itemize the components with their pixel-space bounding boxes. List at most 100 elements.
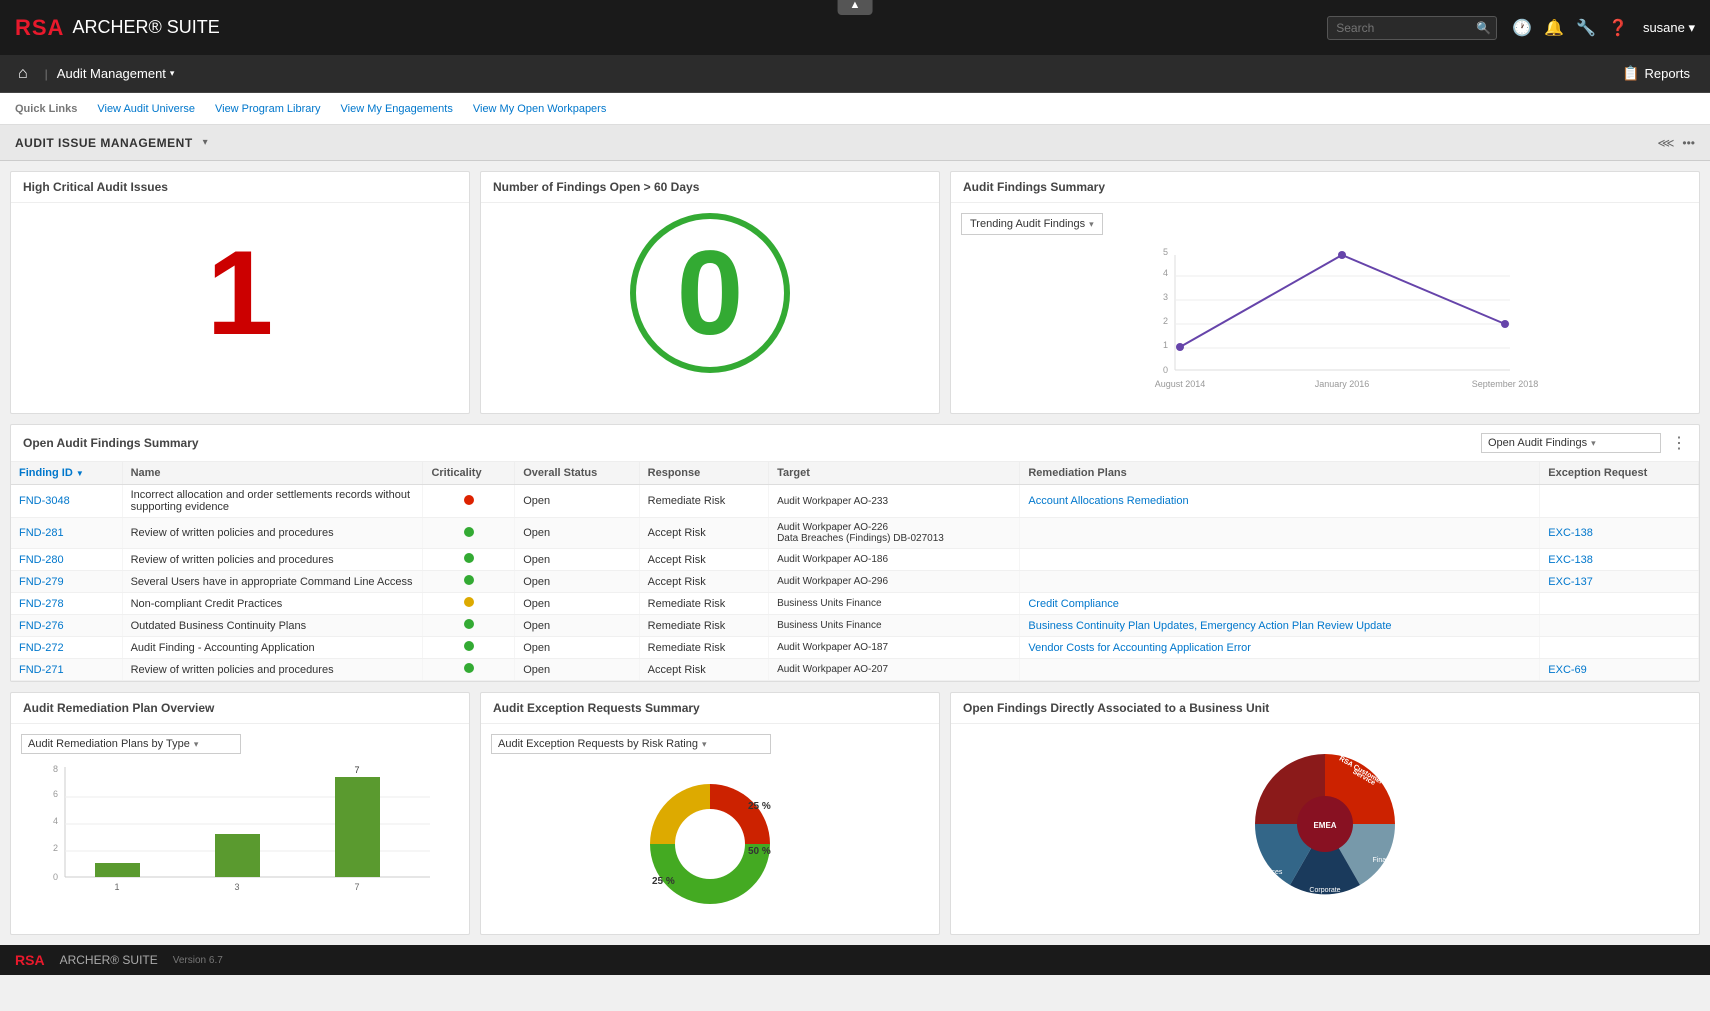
svg-text:6: 6 (53, 789, 58, 799)
quick-link-program-library[interactable]: View Program Library (215, 103, 321, 115)
cell-response: Remediate Risk (639, 485, 768, 518)
finding-id-link[interactable]: FND-3048 (19, 495, 70, 507)
findings-controls: Open Audit Findings ▾ ⋮ (1481, 433, 1687, 453)
donut-chart-svg: 25 % 50 % 25 % (600, 764, 820, 924)
user-name[interactable]: susane ▾ (1643, 20, 1695, 36)
table-row: FND-278 Non-compliant Credit Practices O… (11, 593, 1699, 615)
criticality-dot (464, 597, 474, 607)
audit-management-nav[interactable]: Audit Management ▾ (57, 66, 175, 81)
panel-findings-title: Number of Findings Open > 60 Days (493, 180, 699, 194)
summary-dropdown[interactable]: Trending Audit Findings ▾ (961, 213, 1103, 235)
finding-id-link[interactable]: FND-271 (19, 664, 64, 676)
exception-link[interactable]: EXC-138 (1548, 554, 1593, 566)
finding-id-link[interactable]: FND-279 (19, 576, 64, 588)
dashboard-dropdown-icon[interactable]: ▾ (203, 137, 208, 148)
history-icon[interactable]: 🕐 (1512, 18, 1532, 38)
cell-target: Business Units Finance (769, 615, 1020, 637)
col-criticality[interactable]: Criticality (423, 462, 515, 485)
exception-link[interactable]: EXC-69 (1548, 664, 1587, 676)
cell-status: Open (515, 637, 639, 659)
exception-dropdown[interactable]: Audit Exception Requests by Risk Rating … (491, 734, 771, 754)
col-exception-request[interactable]: Exception Request (1540, 462, 1699, 485)
col-name[interactable]: Name (122, 462, 423, 485)
bell-icon[interactable]: 🔔 (1544, 18, 1564, 38)
panel-findings-summary: Audit Findings Summary Trending Audit Fi… (950, 171, 1700, 414)
tools-icon[interactable]: 🔧 (1576, 18, 1596, 38)
home-icon[interactable]: ⌂ (10, 65, 36, 83)
svg-text:4: 4 (53, 816, 58, 826)
findings-dropdown[interactable]: Open Audit Findings ▾ (1481, 433, 1661, 453)
exception-dropdown-arrow: ▾ (702, 739, 707, 750)
cell-criticality (423, 571, 515, 593)
cell-response: Remediate Risk (639, 637, 768, 659)
col-remediation-plans[interactable]: Remediation Plans (1020, 462, 1540, 485)
svg-text:August 2014: August 2014 (1155, 379, 1206, 389)
finding-id-link[interactable]: FND-280 (19, 554, 64, 566)
finding-id-link[interactable]: FND-272 (19, 642, 64, 654)
summary-dropdown-arrow: ▾ (1089, 219, 1094, 230)
remediation-link[interactable]: Business Continuity Plan Updates, Emerge… (1028, 620, 1391, 632)
panel-critical-issues: High Critical Audit Issues 1 (10, 171, 470, 414)
cell-exception: EXC-138 (1540, 549, 1699, 571)
remediation-link[interactable]: Vendor Costs for Accounting Application … (1028, 642, 1251, 654)
cell-target: Audit Workpaper AO-187 (769, 637, 1020, 659)
svg-text:0: 0 (1163, 365, 1168, 375)
svg-text:7: 7 (354, 765, 359, 775)
criticality-dot (464, 495, 474, 505)
svg-text:25 %: 25 % (748, 801, 771, 812)
cell-status: Open (515, 615, 639, 637)
col-overall-status[interactable]: Overall Status (515, 462, 639, 485)
col-response[interactable]: Response (639, 462, 768, 485)
cell-criticality (423, 549, 515, 571)
svg-text:2: 2 (53, 843, 58, 853)
cell-name: Incorrect allocation and order settlemen… (122, 485, 423, 518)
col-target[interactable]: Target (769, 462, 1020, 485)
reports-label: Reports (1644, 66, 1690, 81)
exception-link[interactable]: EXC-138 (1548, 527, 1593, 539)
panel-exception-title: Audit Exception Requests Summary (493, 701, 700, 715)
share-icon[interactable]: ⋘ (1657, 136, 1674, 150)
remediation-link[interactable]: Account Allocations Remediation (1028, 495, 1188, 507)
remediation-link[interactable]: Credit Compliance (1028, 598, 1118, 610)
trending-chart: 0 1 2 3 4 5 (961, 245, 1689, 400)
quick-link-audit-universe[interactable]: View Audit Universe (97, 103, 195, 115)
help-icon[interactable]: ❓ (1608, 18, 1628, 38)
col-finding-id[interactable]: Finding ID ▼ (11, 462, 122, 485)
panel-open-findings-bu-body: EMEA RSA Customer Service Finance Corpor… (951, 724, 1699, 914)
quick-link-open-workpapers[interactable]: View My Open Workpapers (473, 103, 606, 115)
svg-text:5: 5 (1163, 247, 1168, 257)
collapse-button[interactable]: ▲ (838, 0, 873, 15)
cell-exception (1540, 593, 1699, 615)
search-input[interactable] (1336, 21, 1476, 35)
finding-id-link[interactable]: FND-276 (19, 620, 64, 632)
cell-response: Accept Risk (639, 518, 768, 549)
cell-remediation: Business Continuity Plan Updates, Emerge… (1020, 615, 1540, 637)
findings-more-icon[interactable]: ⋮ (1671, 433, 1687, 453)
search-icon[interactable]: 🔍 (1476, 21, 1491, 35)
more-options-icon[interactable]: ••• (1682, 136, 1695, 150)
svg-text:3: 3 (234, 882, 239, 892)
cell-finding-id: FND-278 (11, 593, 122, 615)
cell-name: Review of written policies and procedure… (122, 659, 423, 681)
svg-text:IT Services: IT Services (1248, 869, 1283, 876)
svg-text:7: 7 (354, 882, 359, 892)
panel-remediation-header: Audit Remediation Plan Overview (11, 693, 469, 724)
cell-exception: EXC-137 (1540, 571, 1699, 593)
dashboard-header: AUDIT ISSUE MANAGEMENT ▾ ⋘ ••• (0, 125, 1710, 161)
top-icons: 🕐 🔔 🔧 ❓ (1512, 18, 1628, 38)
bar-chart-svg: 0 2 4 6 8 1 (21, 762, 459, 902)
exception-link[interactable]: EXC-137 (1548, 576, 1593, 588)
bottom-row: Audit Remediation Plan Overview Audit Re… (10, 692, 1700, 935)
findings-section-header: Open Audit Findings Summary Open Audit F… (11, 425, 1699, 462)
bar-2 (215, 834, 260, 877)
pie-chart-svg: EMEA RSA Customer Service Finance Corpor… (1185, 744, 1465, 904)
cell-target: Audit Workpaper AO-226Data Breaches (Fin… (769, 518, 1020, 549)
search-box[interactable]: 🔍 (1327, 16, 1497, 40)
remediation-dropdown[interactable]: Audit Remediation Plans by Type ▾ (21, 734, 241, 754)
finding-id-link[interactable]: FND-278 (19, 598, 64, 610)
main-content: High Critical Audit Issues 1 Number of F… (0, 161, 1710, 945)
quick-link-my-engagements[interactable]: View My Engagements (341, 103, 453, 115)
reports-button[interactable]: 📋 Reports (1612, 61, 1700, 86)
finding-id-link[interactable]: FND-281 (19, 527, 64, 539)
panel-open-findings-bu-title: Open Findings Directly Associated to a B… (963, 701, 1269, 715)
